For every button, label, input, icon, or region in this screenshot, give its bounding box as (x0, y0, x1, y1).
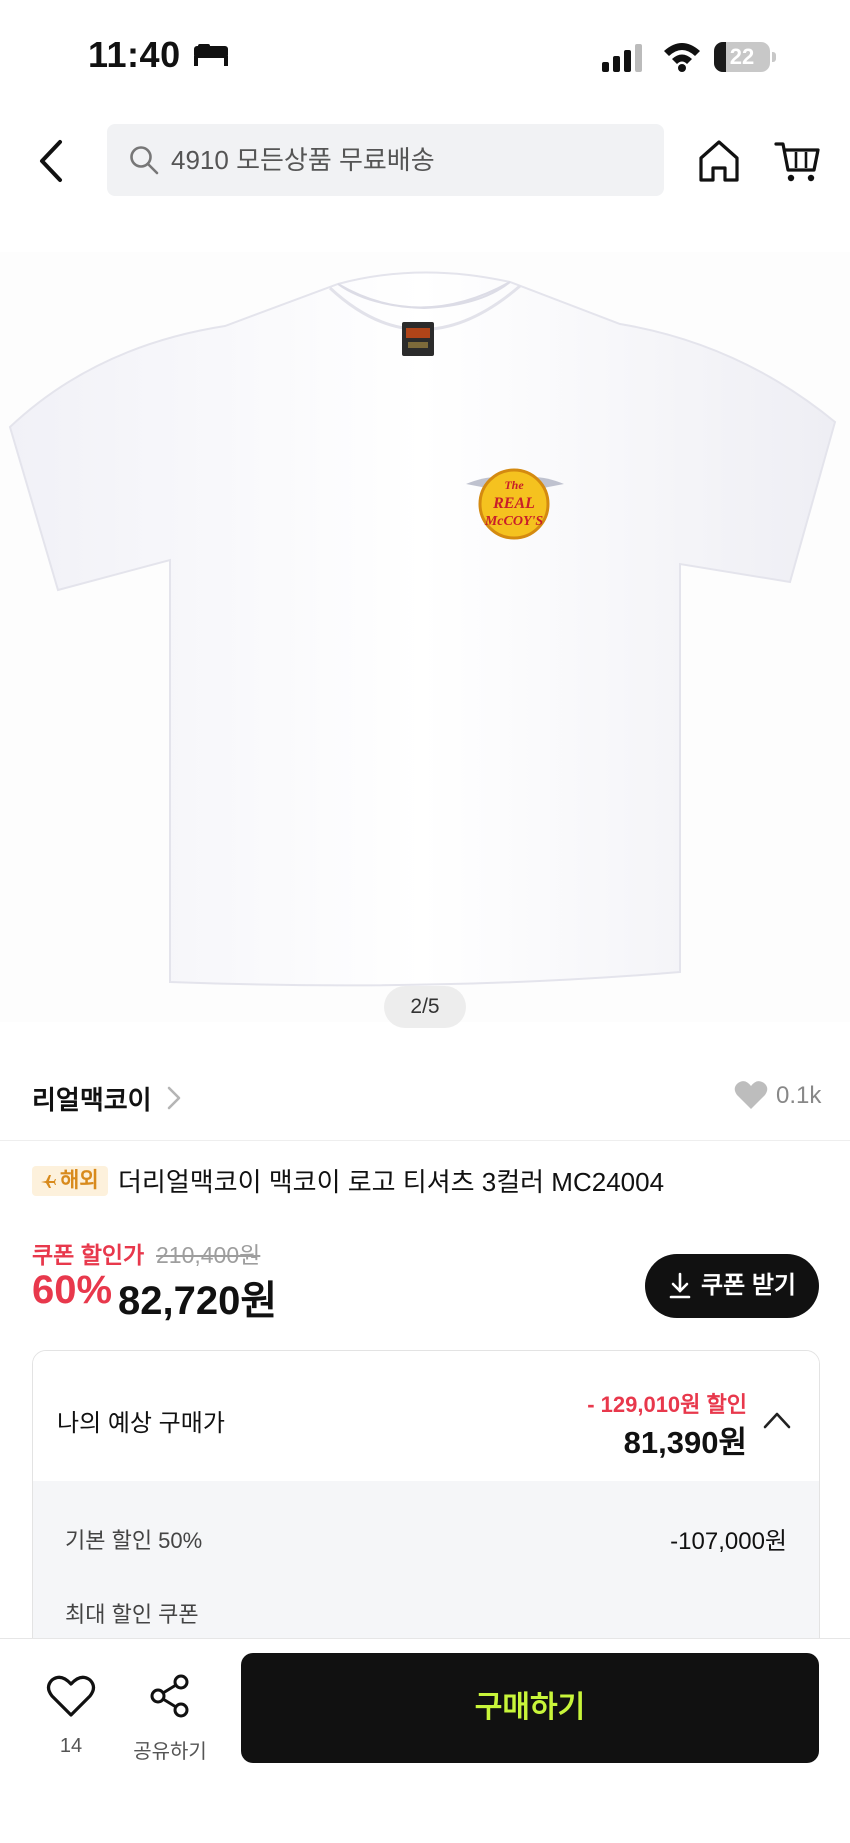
cart-icon[interactable] (774, 138, 820, 184)
base-discount-label: 기본 할인 50% (65, 1528, 203, 1553)
expected-price-label: 나의 예상 구매가 (57, 1410, 225, 1437)
heart-outline-icon[interactable] (46, 1673, 96, 1719)
bed-icon (194, 44, 228, 66)
battery-indicator: 22 (714, 42, 776, 72)
buy-button[interactable]: 구매하기 (241, 1653, 819, 1763)
share-icon[interactable] (148, 1673, 192, 1719)
expected-price-header[interactable]: 나의 예상 구매가 - 129,010원 할인 81,390원 (33, 1351, 819, 1481)
base-discount-value: -107,000원 (670, 1528, 787, 1555)
svg-text:The: The (504, 478, 524, 492)
sale-price: 82,720원 (118, 1279, 278, 1323)
get-coupon-label: 쿠폰 받기 (701, 1272, 796, 1299)
badge-label: 해외 (60, 1169, 99, 1192)
image-pager: 2/5 (384, 986, 466, 1028)
share-label: 공유하기 (133, 1741, 207, 1763)
product-title: 더리얼맥코이 맥코이 로고 티셔츠 3컬러 MC24004 (118, 1167, 665, 1197)
chevron-up-icon[interactable] (763, 1411, 791, 1429)
expected-price-panel: 나의 예상 구매가 - 129,010원 할인 81,390원 기본 할인 50… (32, 1350, 820, 1672)
airplane-icon (41, 1175, 56, 1188)
wifi-icon (664, 43, 700, 72)
max-coupon-label: 최대 할인 쿠폰 (65, 1602, 199, 1627)
expected-total: 81,390원 (623, 1425, 747, 1460)
divider (0, 1140, 850, 1141)
like-count: 14 (59, 1735, 83, 1757)
search-icon (130, 146, 159, 175)
heart-icon[interactable] (734, 1080, 768, 1110)
download-icon (669, 1272, 691, 1299)
home-icon[interactable] (696, 138, 742, 184)
neck-label (402, 322, 434, 356)
overseas-badge: 해외 (32, 1166, 108, 1196)
search-input[interactable]: 4910 모든상품 무료배송 (107, 124, 664, 196)
back-arrow-icon[interactable] (34, 138, 70, 184)
get-coupon-button[interactable]: 쿠폰 받기 (645, 1254, 819, 1318)
coupon-price-label: 쿠폰 할인가 (32, 1242, 145, 1268)
svg-text:McCOY'S: McCOY'S (484, 514, 544, 529)
original-price: 210,400원 (156, 1242, 261, 1268)
chevron-right-icon[interactable] (164, 1084, 184, 1112)
brand-name[interactable]: 리얼맥코이 (32, 1080, 152, 1117)
brand-like-count: 0.1k (776, 1082, 822, 1109)
search-placeholder: 4910 모든상품 무료배송 (171, 145, 435, 175)
expected-saving: - 129,010원 할인 (587, 1392, 747, 1417)
tshirt-illustration: The REAL McCOY'S (8, 271, 837, 987)
status-time: 11:40 (88, 34, 181, 75)
battery-level-text: 22 (729, 44, 755, 69)
svg-text:REAL: REAL (492, 495, 535, 512)
discount-percent: 60% (32, 1268, 113, 1312)
product-image[interactable]: The REAL McCOY'S (0, 252, 850, 1022)
cellular-signal-icon (602, 44, 642, 72)
bottom-action-bar: 14 공유하기 구매하기 (0, 1638, 850, 1843)
